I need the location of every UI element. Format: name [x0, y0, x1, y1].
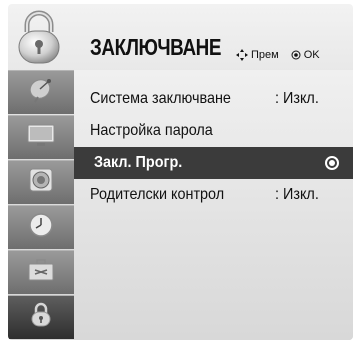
menu-header: ЗАКЛЮЧВАНЕ Прем OK [8, 4, 353, 70]
menu-item-parental-control[interactable]: Родителски контрол : Изкл. [74, 179, 353, 211]
menu-item-label: Закл. Прогр. [94, 154, 183, 171]
menu-item-label: Родителски контрол [90, 186, 225, 203]
speaker-icon [28, 167, 54, 198]
menu-item-label: Настройка парола [90, 122, 213, 139]
navigation-hint: Прем OK [236, 49, 320, 61]
satellite-dish-icon [27, 77, 55, 108]
sidebar-item-picture[interactable] [8, 115, 74, 159]
category-sidebar [8, 70, 74, 340]
menu-item-label: Система заключване [90, 90, 231, 107]
sidebar-item-audio[interactable] [8, 160, 74, 204]
sidebar-item-options[interactable] [8, 250, 74, 294]
sidebar-item-time[interactable] [8, 205, 74, 249]
ok-button-icon [291, 50, 301, 60]
arrows-icon [236, 49, 248, 61]
toolbox-icon [27, 258, 55, 287]
hint-move-label: Прем [251, 49, 279, 61]
hint-ok-label: OK [303, 49, 320, 61]
menu-item-value: : Изкл. [275, 186, 319, 203]
lock-icon [30, 302, 52, 333]
lock-icon [15, 10, 63, 66]
selected-radio-icon [325, 156, 339, 170]
page-title: ЗАКЛЮЧВАНЕ [90, 34, 222, 60]
menu-item-set-password[interactable]: Настройка парола [74, 115, 353, 147]
menu-item-value: : Изкл. [275, 90, 319, 107]
menu-list: Система заключване : Изкл. Настройка пар… [74, 70, 353, 340]
menu-panel: ЗАКЛЮЧВАНЕ Прем OK Система заключване: … [8, 4, 353, 340]
sidebar-item-lock[interactable] [8, 295, 74, 339]
tv-screen-icon [26, 123, 56, 152]
clock-icon [28, 212, 54, 243]
sidebar-item-channel[interactable] [8, 70, 74, 114]
menu-item-lock-system[interactable]: Система заключване : Изкл. [74, 83, 353, 115]
menu-item-block-program[interactable]: Закл. Прогр. [74, 147, 353, 179]
